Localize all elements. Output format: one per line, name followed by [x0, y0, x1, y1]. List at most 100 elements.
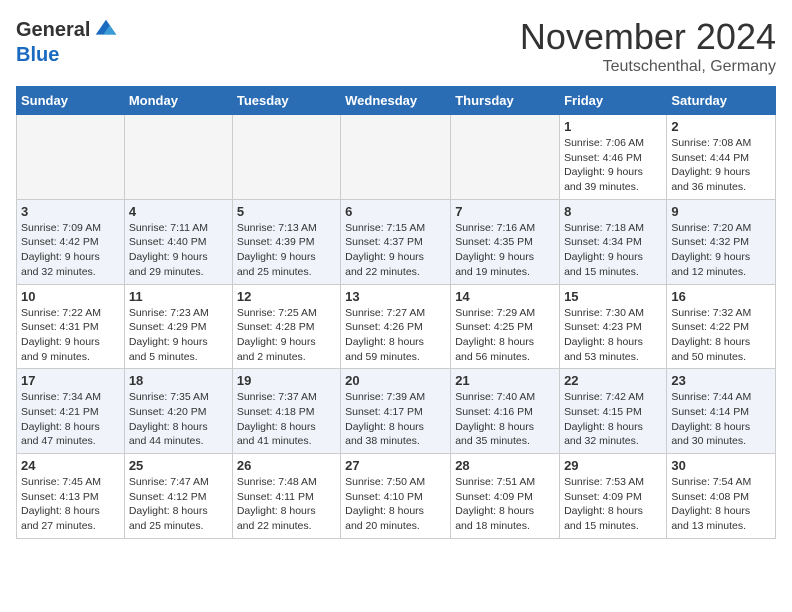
day-number: 7	[455, 204, 555, 219]
weekday-header: Monday	[124, 87, 232, 115]
weekday-header: Friday	[560, 87, 667, 115]
calendar-day-cell: 1Sunrise: 7:06 AM Sunset: 4:46 PM Daylig…	[560, 115, 667, 200]
day-info: Sunrise: 7:18 AM Sunset: 4:34 PM Dayligh…	[564, 221, 662, 280]
weekday-header: Saturday	[667, 87, 776, 115]
calendar-day-cell: 6 Sunrise: 7:15 AM Sunset: 4:37 PM Daylig…	[341, 199, 451, 284]
day-number: 3	[21, 204, 120, 219]
calendar-day-cell: 16 Sunrise: 7:32 AM Sunset: 4:22 PM Dayli…	[667, 284, 776, 369]
calendar-day-cell: 20 Sunrise: 7:39 AM Sunset: 4:17 PM Dayli…	[341, 369, 451, 454]
day-number: 25	[129, 458, 228, 473]
calendar-day-cell: 14 Sunrise: 7:29 AM Sunset: 4:25 PM Dayli…	[451, 284, 560, 369]
day-info: Sunrise: 7:27 AM Sunset: 4:26 PM Dayligh…	[345, 306, 446, 365]
calendar-day-cell: 7 Sunrise: 7:16 AM Sunset: 4:35 PM Daylig…	[451, 199, 560, 284]
day-number: 20	[345, 373, 446, 388]
calendar-day-cell: 11Sunrise: 7:23 AM Sunset: 4:29 PM Dayli…	[124, 284, 232, 369]
calendar-day-cell	[341, 115, 451, 200]
day-info: Sunrise: 7:32 AM Sunset: 4:22 PM Dayligh…	[671, 306, 771, 365]
day-info: Sunrise: 7:51 AM Sunset: 4:09 PM Dayligh…	[455, 475, 555, 534]
day-number: 19	[237, 373, 336, 388]
day-number: 1	[564, 119, 662, 134]
day-info: Sunrise: 7:30 AM Sunset: 4:23 PM Dayligh…	[564, 306, 662, 365]
page-header: General Blue November 2024 Teutschenthal…	[16, 16, 776, 76]
location-title: Teutschenthal, Germany	[520, 58, 776, 76]
day-info: Sunrise: 7:11 AM Sunset: 4:40 PM Dayligh…	[129, 221, 228, 280]
calendar-day-cell: 27 Sunrise: 7:50 AM Sunset: 4:10 PM Dayli…	[341, 454, 451, 539]
day-number: 30	[671, 458, 771, 473]
calendar-day-cell: 15 Sunrise: 7:30 AM Sunset: 4:23 PM Dayli…	[560, 284, 667, 369]
day-info: Sunrise: 7:20 AM Sunset: 4:32 PM Dayligh…	[671, 221, 771, 280]
day-info: Sunrise: 7:42 AM Sunset: 4:15 PM Dayligh…	[564, 390, 662, 449]
day-number: 29	[564, 458, 662, 473]
day-number: 14	[455, 289, 555, 304]
day-number: 21	[455, 373, 555, 388]
logo-icon	[92, 16, 120, 44]
calendar-day-cell: 29Sunrise: 7:53 AM Sunset: 4:09 PM Dayli…	[560, 454, 667, 539]
calendar-day-cell: 17Sunrise: 7:34 AM Sunset: 4:21 PM Dayli…	[17, 369, 125, 454]
day-number: 22	[564, 373, 662, 388]
day-number: 16	[671, 289, 771, 304]
day-info: Sunrise: 7:44 AM Sunset: 4:14 PM Dayligh…	[671, 390, 771, 449]
calendar-day-cell: 24 Sunrise: 7:45 AM Sunset: 4:13 PM Dayli…	[17, 454, 125, 539]
day-info: Sunrise: 7:16 AM Sunset: 4:35 PM Dayligh…	[455, 221, 555, 280]
day-info: Sunrise: 7:48 AM Sunset: 4:11 PM Dayligh…	[237, 475, 336, 534]
calendar-day-cell	[124, 115, 232, 200]
day-number: 18	[129, 373, 228, 388]
day-number: 2	[671, 119, 771, 134]
calendar-week-row: 1Sunrise: 7:06 AM Sunset: 4:46 PM Daylig…	[17, 115, 776, 200]
day-number: 6	[345, 204, 446, 219]
day-number: 28	[455, 458, 555, 473]
calendar-day-cell: 9Sunrise: 7:20 AM Sunset: 4:32 PM Daylig…	[667, 199, 776, 284]
day-number: 13	[345, 289, 446, 304]
day-info: Sunrise: 7:25 AM Sunset: 4:28 PM Dayligh…	[237, 306, 336, 365]
calendar-day-cell: 12Sunrise: 7:25 AM Sunset: 4:28 PM Dayli…	[232, 284, 340, 369]
day-info: Sunrise: 7:45 AM Sunset: 4:13 PM Dayligh…	[21, 475, 120, 534]
calendar-day-cell: 5 Sunrise: 7:13 AM Sunset: 4:39 PM Daylig…	[232, 199, 340, 284]
calendar-day-cell	[17, 115, 125, 200]
weekday-header: Wednesday	[341, 87, 451, 115]
calendar-day-cell	[451, 115, 560, 200]
day-info: Sunrise: 7:29 AM Sunset: 4:25 PM Dayligh…	[455, 306, 555, 365]
day-info: Sunrise: 7:22 AM Sunset: 4:31 PM Dayligh…	[21, 306, 120, 365]
title-section: November 2024 Teutschenthal, Germany	[520, 16, 776, 76]
logo-general-text: General	[16, 19, 90, 42]
day-info: Sunrise: 7:13 AM Sunset: 4:39 PM Dayligh…	[237, 221, 336, 280]
calendar-day-cell: 4Sunrise: 7:11 AM Sunset: 4:40 PM Daylig…	[124, 199, 232, 284]
calendar-day-cell: 3 Sunrise: 7:09 AM Sunset: 4:42 PM Daylig…	[17, 199, 125, 284]
calendar-day-cell: 23 Sunrise: 7:44 AM Sunset: 4:14 PM Dayli…	[667, 369, 776, 454]
day-number: 10	[21, 289, 120, 304]
day-number: 17	[21, 373, 120, 388]
weekday-header: Tuesday	[232, 87, 340, 115]
day-info: Sunrise: 7:37 AM Sunset: 4:18 PM Dayligh…	[237, 390, 336, 449]
logo-blue-text: Blue	[16, 44, 59, 67]
month-title: November 2024	[520, 16, 776, 58]
day-info: Sunrise: 7:08 AM Sunset: 4:44 PM Dayligh…	[671, 136, 771, 195]
day-number: 27	[345, 458, 446, 473]
day-number: 5	[237, 204, 336, 219]
calendar-day-cell: 13 Sunrise: 7:27 AM Sunset: 4:26 PM Dayli…	[341, 284, 451, 369]
day-number: 23	[671, 373, 771, 388]
calendar-week-row: 17Sunrise: 7:34 AM Sunset: 4:21 PM Dayli…	[17, 369, 776, 454]
day-number: 24	[21, 458, 120, 473]
calendar-day-cell: 30 Sunrise: 7:54 AM Sunset: 4:08 PM Dayli…	[667, 454, 776, 539]
calendar-day-cell: 25 Sunrise: 7:47 AM Sunset: 4:12 PM Dayli…	[124, 454, 232, 539]
calendar-day-cell: 19 Sunrise: 7:37 AM Sunset: 4:18 PM Dayli…	[232, 369, 340, 454]
day-info: Sunrise: 7:50 AM Sunset: 4:10 PM Dayligh…	[345, 475, 446, 534]
calendar-day-cell: 21 Sunrise: 7:40 AM Sunset: 4:16 PM Dayli…	[451, 369, 560, 454]
calendar-day-cell: 8 Sunrise: 7:18 AM Sunset: 4:34 PM Daylig…	[560, 199, 667, 284]
calendar-day-cell: 18Sunrise: 7:35 AM Sunset: 4:20 PM Dayli…	[124, 369, 232, 454]
calendar-day-cell: 26Sunrise: 7:48 AM Sunset: 4:11 PM Dayli…	[232, 454, 340, 539]
day-info: Sunrise: 7:40 AM Sunset: 4:16 PM Dayligh…	[455, 390, 555, 449]
day-info: Sunrise: 7:09 AM Sunset: 4:42 PM Dayligh…	[21, 221, 120, 280]
calendar-week-row: 3 Sunrise: 7:09 AM Sunset: 4:42 PM Daylig…	[17, 199, 776, 284]
day-info: Sunrise: 7:54 AM Sunset: 4:08 PM Dayligh…	[671, 475, 771, 534]
day-info: Sunrise: 7:15 AM Sunset: 4:37 PM Dayligh…	[345, 221, 446, 280]
day-number: 15	[564, 289, 662, 304]
day-number: 8	[564, 204, 662, 219]
day-info: Sunrise: 7:39 AM Sunset: 4:17 PM Dayligh…	[345, 390, 446, 449]
weekday-header: Thursday	[451, 87, 560, 115]
day-info: Sunrise: 7:23 AM Sunset: 4:29 PM Dayligh…	[129, 306, 228, 365]
calendar-day-cell: 28 Sunrise: 7:51 AM Sunset: 4:09 PM Dayli…	[451, 454, 560, 539]
day-info: Sunrise: 7:47 AM Sunset: 4:12 PM Dayligh…	[129, 475, 228, 534]
calendar-week-row: 24 Sunrise: 7:45 AM Sunset: 4:13 PM Dayli…	[17, 454, 776, 539]
weekday-header: Sunday	[17, 87, 125, 115]
